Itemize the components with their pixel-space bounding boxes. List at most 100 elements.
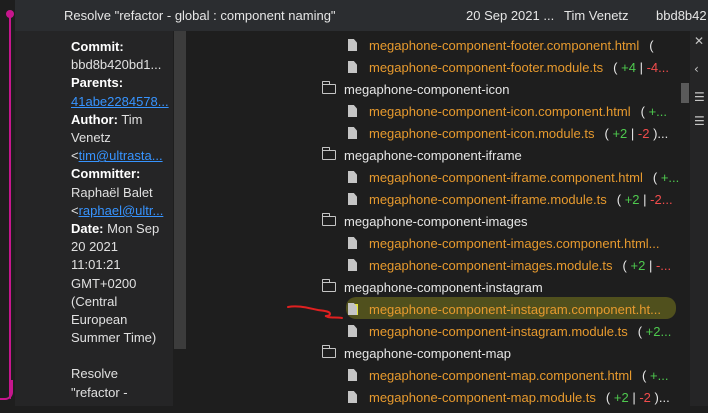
stats-open-paren: ( xyxy=(613,59,618,75)
right-toolbar: ✕ ‹ ☰ ☰ xyxy=(690,31,708,406)
change-stats: ( +... xyxy=(641,104,667,119)
graph-branch-line xyxy=(9,14,11,399)
change-stats: ( +2 | -2 )... xyxy=(604,125,669,141)
author-email-link[interactable]: tim@ultrasta... xyxy=(79,148,163,163)
commit-row[interactable]: Resolve "refactor - global : component n… xyxy=(15,0,708,31)
parent-hash-link[interactable]: 41abe2284578... xyxy=(71,94,169,109)
details-scrollbar[interactable] xyxy=(174,31,186,349)
file-icon xyxy=(348,61,357,73)
changed-files-tree: megaphone-component-footer.component.htm… xyxy=(186,31,680,406)
additions-count: +4 xyxy=(621,59,636,75)
file-icon xyxy=(348,105,357,117)
graph-commit-node[interactable] xyxy=(6,10,14,18)
bottom-status-strip xyxy=(0,406,708,413)
committer-label: Committer: xyxy=(71,166,141,182)
file-name: megaphone-component-map.module.ts xyxy=(369,389,596,405)
folder-name: megaphone-component-icon xyxy=(344,81,510,97)
folder-name: megaphone-component-iframe xyxy=(344,147,522,163)
deletions-count: -4... xyxy=(646,59,669,75)
date-label: Date: xyxy=(71,221,104,237)
commit-date: 20 Sep 2021 ... xyxy=(466,8,555,23)
file-row[interactable]: megaphone-component-footer.component.htm… xyxy=(186,34,654,56)
change-stats: ( xyxy=(649,38,653,53)
commit-label: Commit: xyxy=(71,39,124,54)
additions-count: +... xyxy=(648,103,668,119)
file-name: megaphone-component-iframe.module.ts xyxy=(369,191,607,207)
committer-email-link[interactable]: raphael@ultr... xyxy=(79,203,164,218)
file-name: megaphone-component-images.module.ts xyxy=(369,257,613,273)
message-line-2: "refactor - xyxy=(71,384,128,400)
stats-open-paren: ( xyxy=(642,367,647,383)
additions-count: +2 xyxy=(630,257,646,273)
folder-icon xyxy=(321,213,336,226)
file-icon xyxy=(348,325,357,337)
commit-hash-value[interactable]: bbd8b420bd1... xyxy=(71,56,173,74)
file-name: megaphone-component-iframe.component.htm… xyxy=(369,169,643,185)
file-icon xyxy=(348,303,357,315)
file-name: megaphone-component-icon.component.html xyxy=(369,103,631,119)
file-name: megaphone-component-instagram.module.ts xyxy=(369,323,628,339)
list-view-icon[interactable]: ☰ xyxy=(694,115,706,127)
file-name: megaphone-component-instagram.component.… xyxy=(369,301,661,317)
files-scrollbar-thumb[interactable] xyxy=(681,83,689,103)
committer-name: Raphaël Balet xyxy=(71,184,153,200)
change-stats: ( +2 | -2 )... xyxy=(605,389,670,405)
file-icon xyxy=(348,369,357,381)
file-row[interactable]: megaphone-component-images.component.htm… xyxy=(186,232,660,254)
stats-open-paren: ( xyxy=(652,169,658,185)
additions-count: +2... xyxy=(645,323,672,339)
file-row[interactable]: megaphone-component-iframe.component.htm… xyxy=(186,166,679,188)
graph-branch-curve xyxy=(0,380,13,400)
file-row[interactable]: megaphone-component-footer.module.ts ( +4… xyxy=(186,56,669,78)
date-value-2: 20 2021 xyxy=(71,239,118,255)
additions-count: +2 xyxy=(612,125,628,141)
file-row[interactable]: megaphone-component-iframe.module.ts ( +2… xyxy=(186,188,673,210)
change-stats: ( +4 | -4... xyxy=(613,59,669,75)
deletions-count: -2 xyxy=(637,125,650,141)
file-row[interactable]: megaphone-component-icon.module.ts ( +2 |… xyxy=(186,122,668,144)
file-icon xyxy=(348,171,357,183)
date-value-1: Mon Sep xyxy=(107,221,160,237)
collapse-icon[interactable]: ‹ xyxy=(694,63,706,75)
files-scrollbar[interactable] xyxy=(680,31,690,406)
file-icon xyxy=(348,127,357,139)
file-name: megaphone-component-footer.module.ts xyxy=(369,59,604,75)
file-row[interactable]: megaphone-component-map.component.html ( … xyxy=(186,364,668,386)
author-name-last: Venetz xyxy=(71,130,111,146)
folder-row[interactable]: megaphone-component-instagram xyxy=(186,276,543,298)
change-stats: ( +2... xyxy=(638,324,672,339)
file-row[interactable]: megaphone-component-instagram.component.… xyxy=(186,298,661,320)
additions-count: +... xyxy=(650,367,669,383)
file-name: megaphone-component-images.component.htm… xyxy=(369,235,660,251)
file-icon xyxy=(348,391,357,403)
additions-count: +2 xyxy=(613,389,629,405)
stats-open-paren: ( xyxy=(605,389,611,405)
file-name: megaphone-component-map.component.html xyxy=(369,367,633,383)
deletions-count: -2... xyxy=(650,191,673,207)
file-row[interactable]: megaphone-component-map.module.ts ( +2 | … xyxy=(186,386,670,406)
close-icon[interactable]: ✕ xyxy=(694,35,706,47)
file-icon xyxy=(348,259,357,271)
folder-row[interactable]: megaphone-component-icon xyxy=(186,78,510,100)
file-row[interactable]: megaphone-component-images.module.ts ( +2… xyxy=(186,254,671,276)
file-row[interactable]: megaphone-component-icon.component.html (… xyxy=(186,100,667,122)
stats-open-paren: ( xyxy=(637,323,643,339)
change-stats: ( +2 | -... xyxy=(622,257,672,273)
commit-author: Tim Venetz xyxy=(564,8,629,23)
file-row[interactable]: megaphone-component-instagram.module.ts (… xyxy=(186,320,671,342)
folder-row[interactable]: megaphone-component-iframe xyxy=(186,144,522,166)
file-icon xyxy=(348,237,357,249)
folder-row[interactable]: megaphone-component-images xyxy=(186,210,528,232)
author-label: Author: xyxy=(71,111,118,127)
folder-row[interactable]: megaphone-component-map xyxy=(186,342,511,364)
stats-open-paren: ( xyxy=(622,257,627,273)
commit-graph xyxy=(0,0,15,413)
parents-label: Parents: xyxy=(71,75,124,91)
stats-close-paren: )... xyxy=(654,389,670,405)
folder-icon xyxy=(321,147,336,160)
stats-open-paren: ( xyxy=(616,191,622,207)
change-stats: ( +... xyxy=(642,368,668,383)
file-name: megaphone-component-icon.module.ts xyxy=(369,125,595,141)
file-icon xyxy=(348,39,357,51)
tree-view-icon[interactable]: ☰ xyxy=(694,91,706,103)
